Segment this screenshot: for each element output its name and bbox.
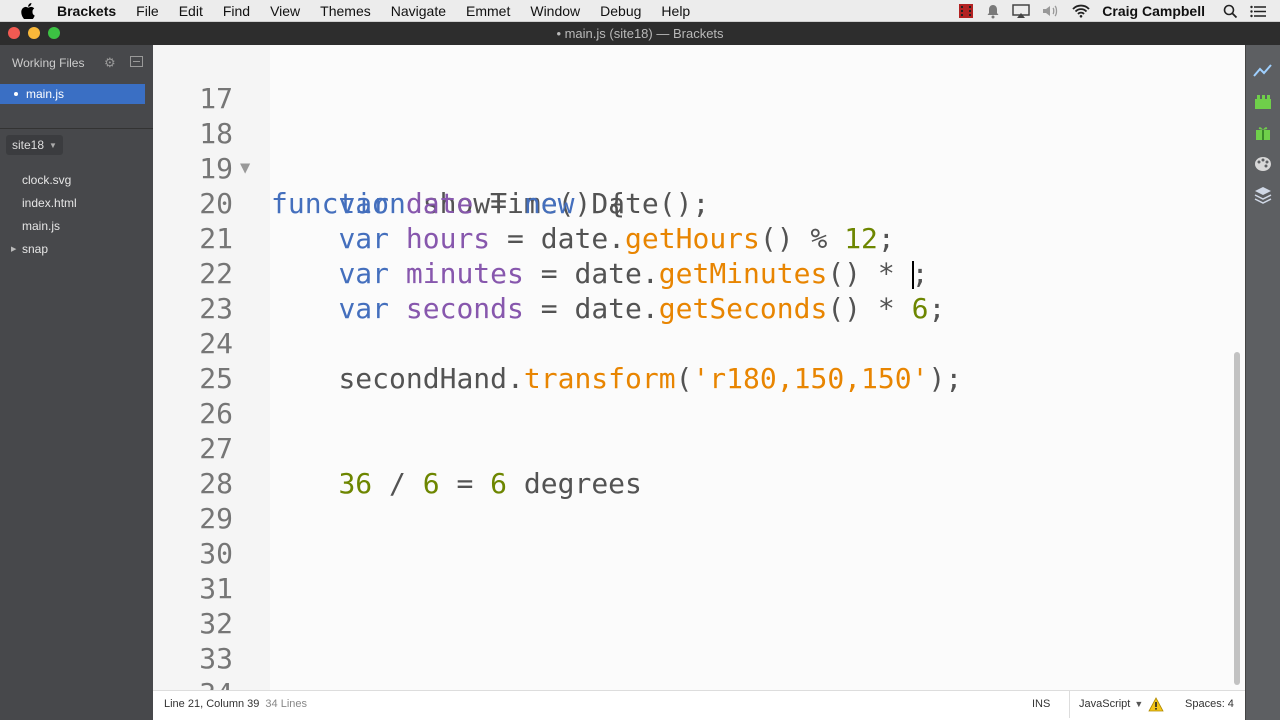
file-label: index.html (22, 196, 77, 210)
editor-scrollbar[interactable] (1231, 45, 1243, 690)
window-title-bar: • main.js (site18) — Brackets (0, 22, 1280, 45)
code-line-18: 18 ▼ function showTime() { (153, 81, 1245, 220)
volume-icon[interactable] (1042, 4, 1060, 18)
code-line-27: 27 36 / 6 = 6 degrees (153, 396, 1245, 500)
window-title: • main.js (site18) — Brackets (556, 26, 724, 41)
notification-bell-icon[interactable] (986, 4, 1000, 19)
main-toolbar (1245, 45, 1280, 720)
project-name: site18 (12, 138, 45, 152)
working-file-label: main.js (26, 87, 65, 101)
sidebar-divider (0, 128, 153, 129)
menu-themes[interactable]: Themes (310, 0, 381, 22)
file-tree-item-clock-svg[interactable]: clock.svg (0, 169, 153, 192)
chevron-down-icon: ▼ (49, 140, 57, 150)
sidebar: Working Files ⚙ main.js site18 ▼ clock.s… (0, 45, 153, 720)
code-line-26: 26 (153, 361, 1245, 430)
warning-icon[interactable] (1148, 697, 1164, 712)
file-tree: clock.svg index.html main.js ▶ snap (0, 169, 153, 261)
line-count: 34 Lines (265, 698, 307, 710)
search-icon[interactable] (1223, 4, 1238, 19)
working-file-main-js[interactable]: main.js (0, 84, 145, 104)
menu-navigate[interactable]: Navigate (381, 0, 456, 22)
list-icon[interactable] (1250, 5, 1266, 18)
menu-bar: Brackets File Edit Find View Themes Navi… (0, 0, 1280, 22)
file-label: clock.svg (22, 173, 72, 187)
live-preview-icon[interactable] (1252, 60, 1274, 82)
unsaved-dot-icon (14, 92, 18, 96)
apple-icon[interactable] (17, 0, 39, 22)
extension-manager-icon[interactable] (1252, 91, 1274, 113)
code-line-21: 21 var minutes = date.getMinutes() * ; (153, 186, 1245, 290)
code-line-31: 31 (153, 536, 1245, 605)
layers-icon[interactable] (1252, 184, 1274, 206)
code-line-19: 19 var date = new Date(); (153, 116, 1245, 220)
screen-record-icon[interactable] (958, 3, 974, 19)
menu-edit[interactable]: Edit (169, 0, 213, 22)
code-editor[interactable]: 17 18 ▼ function showTime() { 19 var dat… (153, 45, 1245, 690)
language-label: JavaScript (1079, 698, 1131, 710)
file-label: main.js (22, 219, 61, 233)
user-name[interactable]: Craig Campbell (1102, 3, 1205, 19)
cursor-position[interactable]: Line 21, Column 39 34 Lines (164, 691, 307, 718)
gift-icon[interactable] (1252, 122, 1274, 144)
scrollbar-thumb[interactable] (1234, 352, 1240, 685)
working-files-label: Working Files (12, 56, 85, 70)
airplay-icon[interactable] (1012, 3, 1031, 19)
code-line-34: 34 } (153, 641, 1245, 690)
cursor-position-text: Line 21, Column 39 (164, 698, 260, 710)
code-line-32: 32 (153, 571, 1245, 640)
menu-file[interactable]: File (126, 0, 169, 22)
working-files-header: Working Files ⚙ (0, 45, 153, 81)
code-line-33: 33 (153, 606, 1245, 675)
split-view-icon[interactable] (130, 56, 143, 67)
wifi-icon[interactable] (1072, 4, 1090, 18)
chevron-right-icon: ▶ (11, 246, 17, 253)
app-menu-brackets[interactable]: Brackets (53, 0, 126, 22)
gear-icon[interactable]: ⚙ (104, 55, 116, 71)
theme-icon[interactable] (1252, 153, 1274, 175)
menu-emmet[interactable]: Emmet (456, 0, 520, 22)
folder-label: snap (22, 242, 49, 256)
chevron-down-icon: ▼ (1134, 699, 1144, 709)
file-tree-item-main-js[interactable]: main.js (0, 215, 153, 238)
code-line-25: 25 (153, 326, 1245, 395)
indent-setting[interactable]: Spaces: 4 (1185, 691, 1234, 718)
code-line-20: 20 var hours = date.getHours() % 12; (153, 151, 1245, 255)
code-line-24: 24 secondHand.transform('r180,150,150'); (153, 291, 1245, 395)
menu-help[interactable]: Help (651, 0, 700, 22)
menu-debug[interactable]: Debug (590, 0, 651, 22)
insert-mode-toggle[interactable]: INS (1032, 691, 1050, 718)
menu-window[interactable]: Window (520, 0, 590, 22)
code-line-29: 29 (153, 466, 1245, 535)
file-tree-item-index-html[interactable]: index.html (0, 192, 153, 215)
code-line-23: 23 (153, 256, 1245, 325)
code-line-30: 30 (153, 501, 1245, 570)
code-line-17: 17 (153, 46, 1245, 115)
line-number: 34 (153, 676, 233, 690)
project-dropdown[interactable]: site18 ▼ (6, 135, 63, 155)
language-selector[interactable]: JavaScript ▼ (1069, 691, 1143, 718)
status-bar: Line 21, Column 39 34 Lines INS JavaScrip… (153, 690, 1245, 720)
menu-find[interactable]: Find (213, 0, 260, 22)
code-line-28: 28 (153, 431, 1245, 500)
code-line-22: 22 var seconds = date.getSeconds() * 6; (153, 221, 1245, 325)
menu-view[interactable]: View (260, 0, 310, 22)
file-tree-folder-snap[interactable]: ▶ snap (0, 238, 153, 261)
